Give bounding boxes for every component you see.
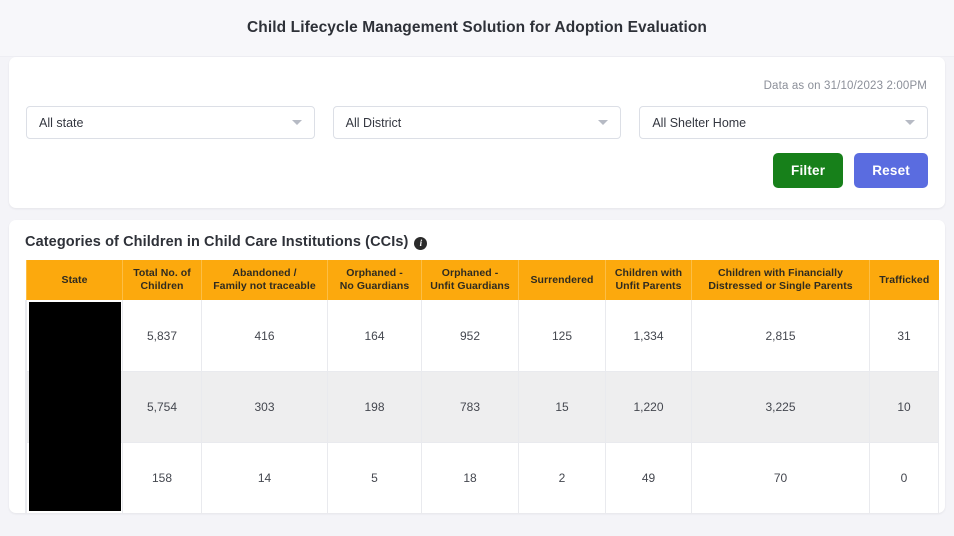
info-icon[interactable]: i [414,236,428,250]
table-title-row: Categories of Children in Child Care Ins… [25,234,929,250]
reset-button[interactable]: Reset [854,153,928,188]
cell-orphaned-no-guardians: 164 [327,300,422,372]
cell-trafficked: 31 [869,300,939,372]
col-header-financially-distressed[interactable]: Children with Financially Distressed or S… [691,260,870,301]
table-row: 5,837 416 164 952 125 1,334 2,815 31 [25,300,939,372]
cell-abandoned: 416 [201,300,328,372]
col-header-unfit-parents[interactable]: Children with Unfit Parents [605,260,692,301]
cell-trafficked: 10 [869,371,939,443]
data-as-on-label: Data as on 31/10/2023 2:00PM [763,80,927,92]
page-title: Child Lifecycle Management Solution for … [246,19,708,36]
col-header-total-children[interactable]: Total No. of Children [122,260,202,301]
cell-state [26,300,123,372]
redacted-state-block [29,302,121,372]
cell-surrendered: 125 [518,300,606,372]
table-row: 158 14 5 18 2 49 70 0 [25,441,939,513]
col-header-surrendered[interactable]: Surrendered [518,260,606,301]
cell-orphaned-no-guardians: 5 [327,442,422,513]
col-header-orphaned-unfit-guardians[interactable]: Orphaned - Unfit Guardians [421,260,519,301]
chevron-down-icon [291,120,302,125]
table-body: 5,837 416 164 952 125 1,334 2,815 31 5,754 303 198… [25,300,939,513]
cell-financially-distressed: 3,225 [691,371,870,443]
cell-total-children: 5,837 [122,300,202,372]
table-header-row: State Total No. of Children Abandoned / Fa… [25,260,939,301]
cell-state [26,370,123,443]
col-header-abandoned[interactable]: Abandoned / Family not traceable [201,260,328,301]
cci-categories-table: State Total No. of Children Abandoned / Fa… [25,260,939,513]
chevron-down-icon [598,120,609,125]
table-header: State Total No. of Children Abandoned / Fa… [25,260,939,301]
cell-unfit-parents: 1,334 [605,300,692,372]
state-select[interactable]: All state [26,106,315,139]
chevron-down-icon [905,120,916,125]
district-select[interactable]: All District [332,106,622,139]
cell-unfit-parents: 49 [605,442,692,513]
col-header-trafficked[interactable]: Trafficked [869,260,939,301]
cell-orphaned-no-guardians: 198 [327,371,422,443]
cell-financially-distressed: 2,815 [691,300,870,372]
filter-panel: Data as on 31/10/2023 2:00PM All state A… [9,57,945,208]
cell-surrendered: 15 [518,371,606,443]
table-title: Categories of Children in Child Care Ins… [25,234,409,250]
shelter-home-select-value: All Shelter Home [652,115,747,130]
cell-surrendered: 2 [518,442,606,513]
district-select-value: All District [345,115,402,130]
shelter-home-select[interactable]: All Shelter Home [639,106,929,139]
cci-categories-panel: Categories of Children in Child Care Ins… [9,220,945,513]
cell-trafficked: 0 [869,442,939,513]
cell-orphaned-unfit-guardians: 952 [421,300,519,372]
cell-orphaned-unfit-guardians: 18 [421,442,519,513]
state-select-value: All state [39,115,84,130]
cell-total-children: 5,754 [122,371,202,443]
redacted-state-block [29,370,121,443]
redacted-state-block [29,441,121,511]
col-header-orphaned-no-guardians[interactable]: Orphaned - No Guardians [327,260,422,301]
filter-button[interactable]: Filter [773,153,844,188]
app-titlebar: Child Lifecycle Management Solution for … [0,0,954,57]
cell-total-children: 158 [122,442,202,513]
cell-state [26,441,123,513]
cell-abandoned: 303 [201,371,328,443]
col-header-state[interactable]: State [26,260,123,301]
cell-abandoned: 14 [201,442,328,513]
cell-financially-distressed: 70 [691,442,870,513]
filter-actions: Filter Reset [26,153,928,188]
cell-orphaned-unfit-guardians: 783 [421,371,519,443]
filter-selects-row: All state All District All Shelter Home [26,106,929,139]
cell-unfit-parents: 1,220 [605,371,692,443]
table-row: 5,754 303 198 783 15 1,220 3,225 10 [25,370,939,443]
